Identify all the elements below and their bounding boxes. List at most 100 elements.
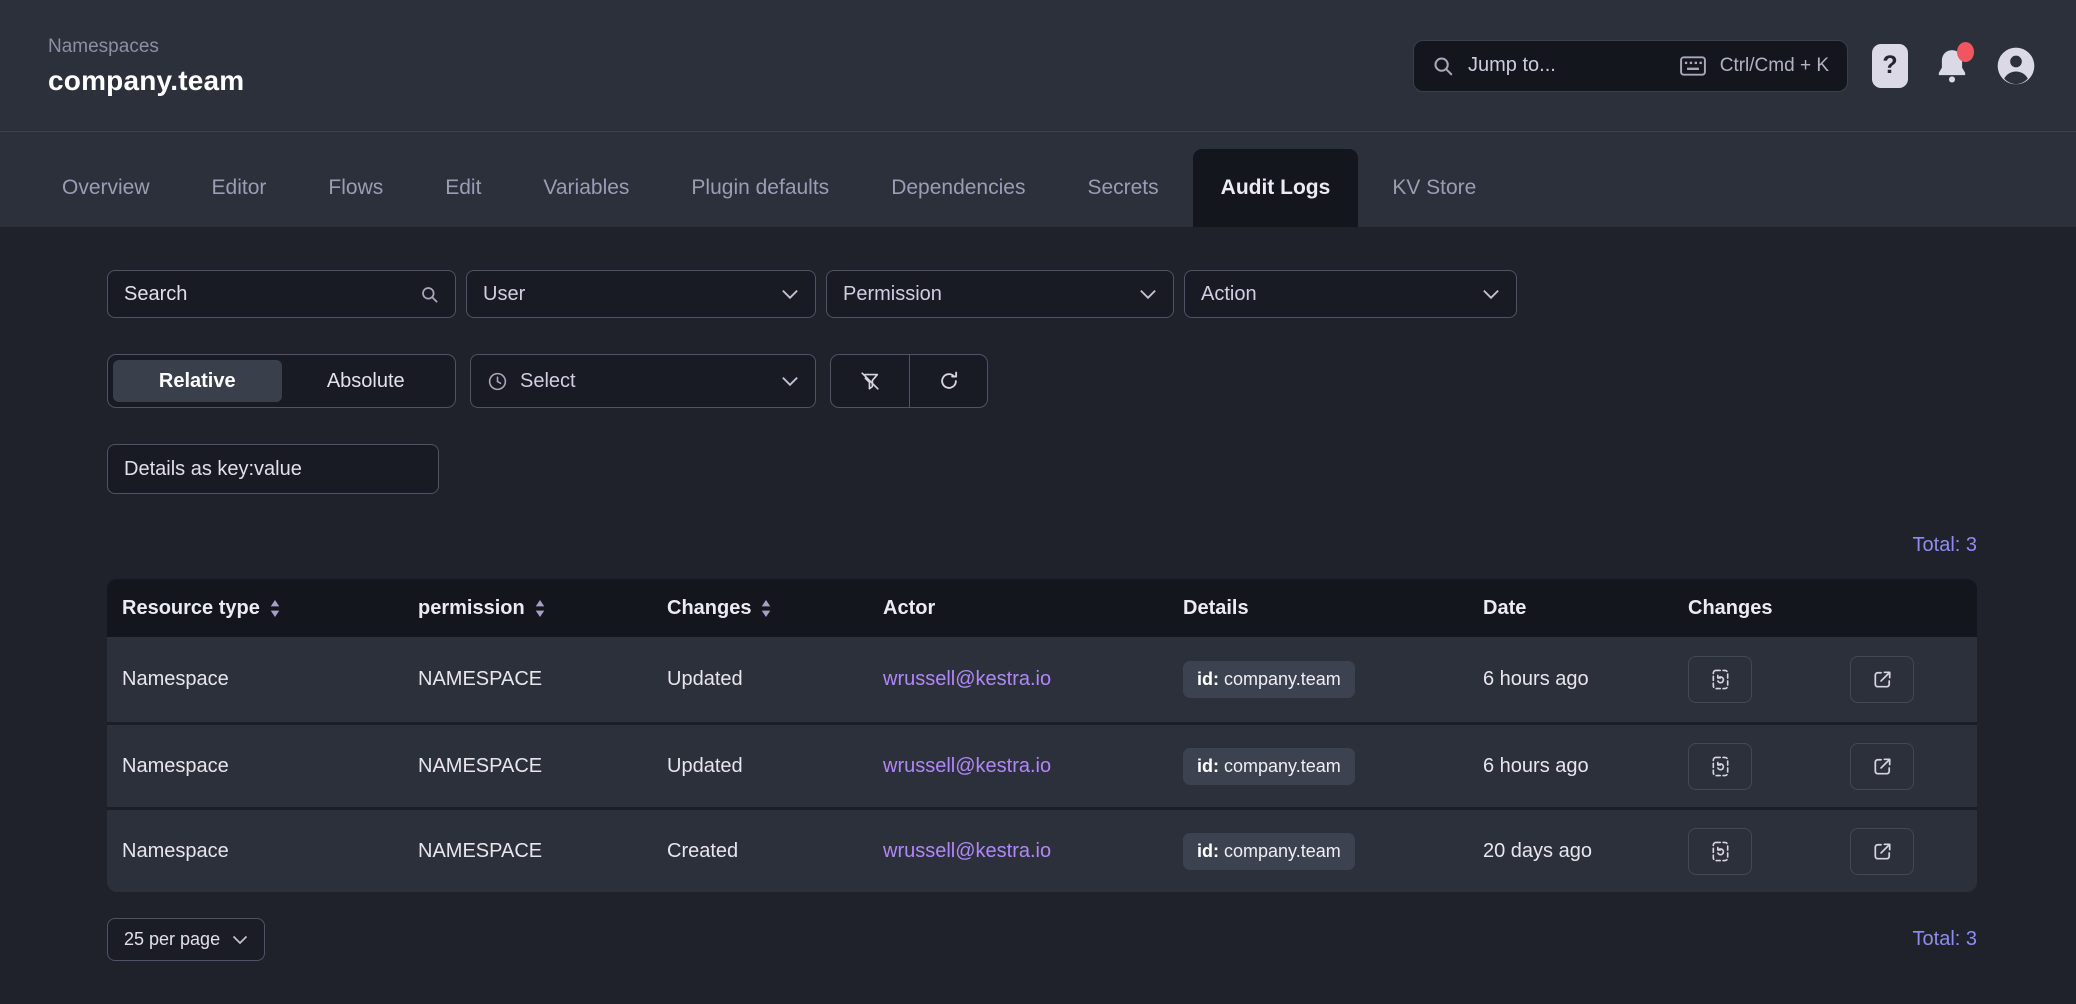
table-row[interactable]: Namespace NAMESPACE Updated wrussell@kes… [107, 637, 1977, 722]
toggle-relative[interactable]: Relative [113, 360, 282, 402]
chevron-down-icon [232, 935, 248, 945]
tab-kv-store[interactable]: KV Store [1364, 149, 1504, 227]
detail-value: company.team [1224, 756, 1341, 777]
per-page-select[interactable]: 25 per page [107, 918, 265, 961]
tab-label: KV Store [1392, 176, 1476, 200]
audit-logs-panel: User Permission Action Relative Absolute [0, 227, 2076, 961]
view-changes-button[interactable] [1688, 828, 1752, 875]
cell-change-type: Updated [652, 755, 868, 778]
cell-resource-type: Namespace [107, 840, 403, 863]
permission-select[interactable]: Permission [826, 270, 1174, 318]
total-count-top[interactable]: Total: 3 [107, 534, 1977, 557]
tab-label: Dependencies [891, 176, 1025, 200]
total-count-bottom[interactable]: Total: 3 [1913, 928, 1977, 951]
tab-editor[interactable]: Editor [184, 149, 295, 227]
user-select[interactable]: User [466, 270, 816, 318]
column-header-details: Details [1168, 597, 1468, 620]
tab-label: Edit [445, 176, 481, 200]
search-icon [420, 285, 439, 304]
view-changes-button[interactable] [1688, 743, 1752, 790]
tab-audit-logs[interactable]: Audit Logs [1193, 149, 1359, 227]
filters-row-3 [107, 444, 1977, 494]
detail-value: company.team [1224, 669, 1341, 690]
chevron-down-icon [781, 289, 799, 300]
tab-label: Plugin defaults [691, 176, 829, 200]
open-external-button[interactable] [1850, 828, 1914, 875]
tab-secrets[interactable]: Secrets [1059, 149, 1186, 227]
tab-variables[interactable]: Variables [515, 149, 657, 227]
cell-permission: NAMESPACE [403, 755, 652, 778]
action-select-value: Action [1201, 283, 1470, 306]
column-header-label: Details [1183, 597, 1249, 620]
notifications-button[interactable] [1932, 44, 1972, 88]
column-header-label: Changes [1688, 597, 1772, 620]
refresh-button[interactable] [909, 355, 987, 407]
search-input[interactable] [124, 283, 408, 306]
breadcrumb[interactable]: Namespaces [48, 36, 244, 58]
cell-date: 6 hours ago [1468, 668, 1673, 691]
jump-to-search[interactable]: Jump to... Ctrl/Cmd + K [1413, 40, 1848, 92]
user-avatar[interactable] [1996, 46, 2036, 86]
column-header-date: Date [1468, 597, 1673, 620]
actor-link[interactable]: wrussell@kestra.io [883, 668, 1051, 690]
cell-permission: NAMESPACE [403, 840, 652, 863]
actor-link[interactable]: wrussell@kestra.io [883, 755, 1051, 777]
external-link-icon [1871, 840, 1894, 863]
tab-label: Overview [62, 176, 150, 200]
external-link-icon [1871, 668, 1894, 691]
time-range-select[interactable]: Select [470, 354, 816, 408]
open-external-button[interactable] [1850, 743, 1914, 790]
column-header-permission: permission [403, 597, 652, 620]
column-header-actor: Actor [868, 597, 1168, 620]
user-select-value: User [483, 283, 769, 306]
table-row[interactable]: Namespace NAMESPACE Created wrussell@kes… [107, 807, 1977, 892]
detail-badge: id:company.team [1183, 661, 1355, 698]
sort-icon[interactable] [269, 600, 281, 617]
notification-dot [1957, 42, 1974, 62]
tab-overview[interactable]: Overview [34, 149, 178, 227]
table-row[interactable]: Namespace NAMESPACE Updated wrussell@kes… [107, 722, 1977, 807]
clock-icon [487, 371, 508, 392]
chevron-down-icon [1139, 289, 1157, 300]
cell-resource-type: Namespace [107, 755, 403, 778]
external-link-icon [1871, 755, 1894, 778]
detail-badge: id:company.team [1183, 833, 1355, 870]
detail-value: company.team [1224, 841, 1341, 862]
tab-label: Editor [212, 176, 267, 200]
tab-plugin-defaults[interactable]: Plugin defaults [663, 149, 857, 227]
filter-off-icon [859, 370, 881, 392]
sort-icon[interactable] [534, 600, 546, 617]
detail-badge: id:company.team [1183, 748, 1355, 785]
time-range-value: Select [520, 370, 769, 393]
tab-label: Variables [543, 176, 629, 200]
view-changes-button[interactable] [1688, 656, 1752, 703]
toggle-absolute[interactable]: Absolute [282, 360, 451, 402]
tab-dependencies[interactable]: Dependencies [863, 149, 1053, 227]
search-icon [1432, 55, 1454, 77]
jump-to-placeholder: Jump to... [1468, 54, 1556, 77]
tab-flows[interactable]: Flows [300, 149, 411, 227]
details-filter [107, 444, 439, 494]
app-header: Namespaces company.team Jump to... Ctrl/… [0, 0, 2076, 131]
help-button[interactable]: ? [1872, 44, 1908, 88]
cell-resource-type: Namespace [107, 668, 403, 691]
sort-icon[interactable] [760, 600, 772, 617]
detail-key: id: [1197, 841, 1219, 862]
permission-select-value: Permission [843, 283, 1127, 306]
details-input[interactable] [124, 458, 422, 481]
column-header-label: Changes [667, 597, 751, 620]
tab-edit[interactable]: Edit [417, 149, 509, 227]
column-header-changes: Changes [652, 597, 868, 620]
cell-permission: NAMESPACE [403, 668, 652, 691]
column-header-label: Date [1483, 597, 1526, 620]
keyboard-icon [1680, 55, 1706, 77]
filter-actions [830, 354, 988, 408]
diff-restore-icon [1709, 755, 1732, 778]
column-header-label: Actor [883, 597, 935, 620]
clear-filters-button[interactable] [831, 355, 909, 407]
detail-key: id: [1197, 756, 1219, 777]
open-external-button[interactable] [1850, 656, 1914, 703]
actor-link[interactable]: wrussell@kestra.io [883, 840, 1051, 862]
chevron-down-icon [781, 376, 799, 387]
action-select[interactable]: Action [1184, 270, 1517, 318]
